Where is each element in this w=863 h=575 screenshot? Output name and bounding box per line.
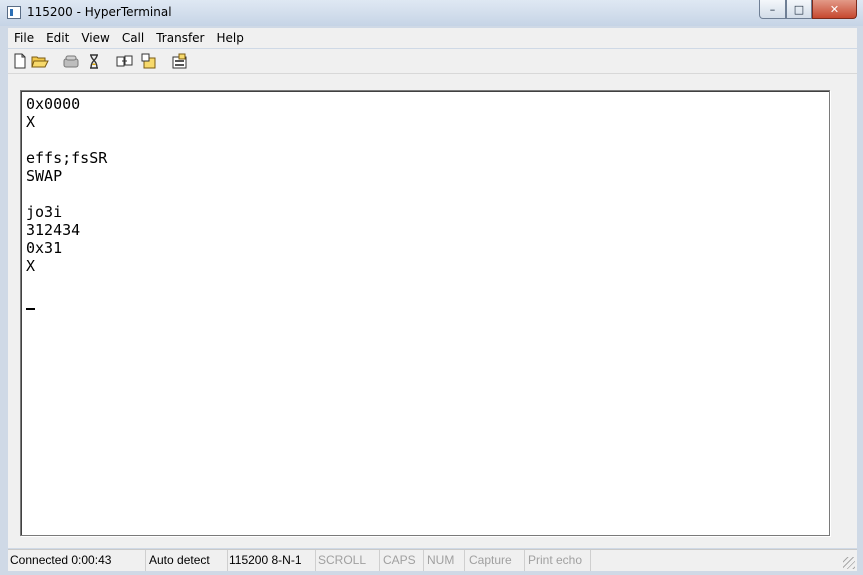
minimize-button[interactable]: –: [759, 0, 786, 19]
menu-view[interactable]: View: [75, 28, 115, 48]
open-icon[interactable]: [31, 52, 49, 70]
disconnect-icon[interactable]: [85, 52, 103, 70]
status-port-settings: 115200 8-N-1: [227, 550, 316, 571]
terminal-screen[interactable]: 0x0000 X effs;fsSR SWAP jo3i 312434 0x31…: [20, 90, 830, 536]
status-scroll: SCROLL: [316, 550, 380, 571]
status-capture: Capture: [467, 550, 525, 571]
hyperterminal-app-icon[interactable]: [7, 6, 21, 19]
status-auto-detect: Auto detect: [147, 550, 228, 571]
status-print-echo: Print echo: [526, 550, 591, 571]
menu-help[interactable]: Help: [211, 28, 250, 48]
text-cursor: [26, 308, 35, 310]
receive-icon[interactable]: [140, 52, 158, 70]
vertical-scroll-gutter[interactable]: [849, 74, 857, 548]
toolbar: [8, 49, 857, 74]
menu-edit[interactable]: Edit: [40, 28, 75, 48]
maximize-button[interactable]: □: [786, 0, 812, 19]
status-connected: Connected 0:00:43: [8, 550, 146, 571]
properties-icon[interactable]: [171, 52, 189, 70]
new-connection-icon[interactable]: [11, 52, 29, 70]
menu-call[interactable]: Call: [116, 28, 150, 48]
terminal-output: 0x0000 X effs;fsSR SWAP jo3i 312434 0x31…: [26, 95, 108, 275]
close-button[interactable]: ✕: [812, 0, 857, 19]
hyperterminal-window: 115200 - HyperTerminal – □ ✕ File Edit V…: [0, 0, 863, 575]
menu-transfer[interactable]: Transfer: [150, 28, 210, 48]
menu-file[interactable]: File: [8, 28, 40, 48]
send-icon[interactable]: [116, 52, 134, 70]
resize-grip[interactable]: [843, 557, 855, 569]
status-bar: Connected 0:00:43 Auto detect 115200 8-N…: [8, 549, 857, 571]
connect-icon[interactable]: [62, 52, 80, 70]
status-caps: CAPS: [381, 550, 424, 571]
status-num: NUM: [425, 550, 465, 571]
window-title: 115200 - HyperTerminal: [27, 5, 172, 19]
terminal-client-area: 0x0000 X effs;fsSR SWAP jo3i 312434 0x31…: [8, 74, 857, 548]
title-bar[interactable]: 115200 - HyperTerminal – □ ✕: [0, 0, 863, 26]
menu-bar: File Edit View Call Transfer Help: [8, 28, 857, 48]
